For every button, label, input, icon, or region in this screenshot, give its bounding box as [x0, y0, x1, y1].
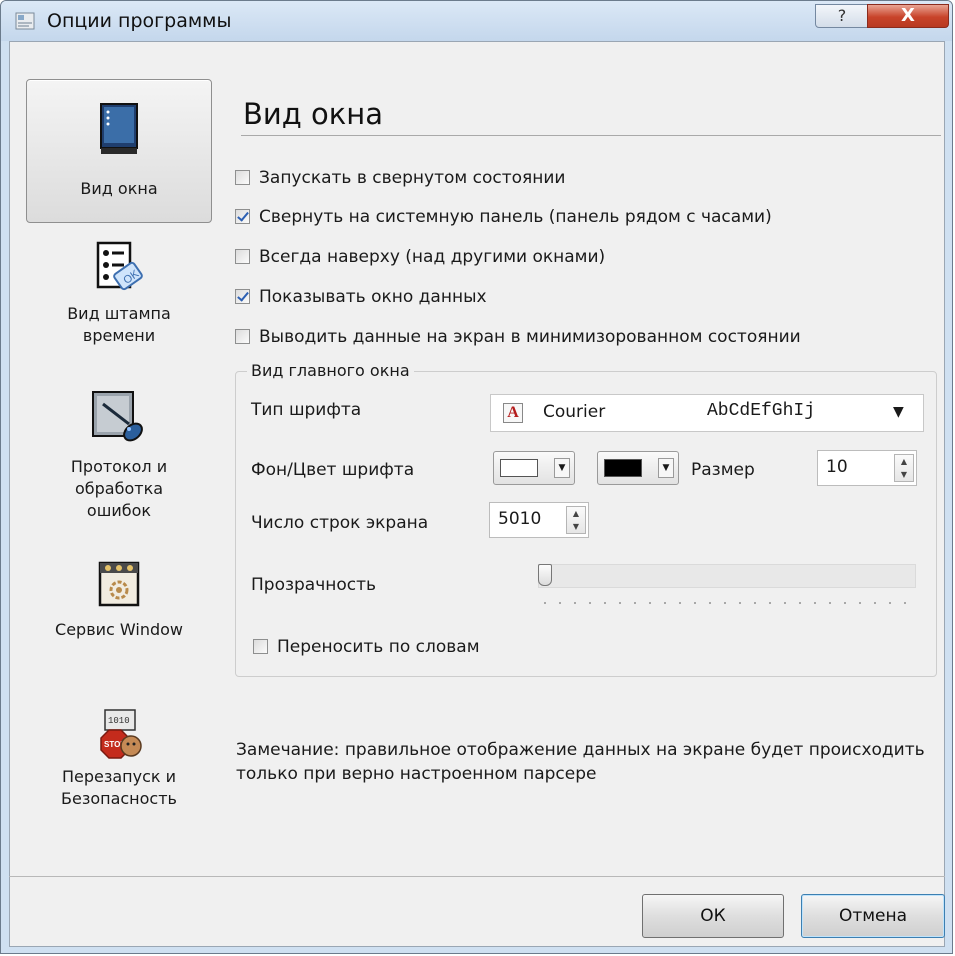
timestamp-stamp-icon: OK — [96, 241, 143, 291]
chevron-down-icon[interactable]: ▼ — [554, 458, 570, 478]
option-checkbox[interactable] — [253, 639, 268, 654]
parser-note: Замечание: правильное отображение данных… — [236, 740, 925, 784]
arrow-down-icon[interactable]: ▼ — [567, 520, 585, 533]
sidebar-item-window-view[interactable]: Вид окна — [26, 79, 212, 223]
font-color-swatch — [604, 459, 642, 477]
transparency-slider[interactable] — [538, 564, 916, 588]
page-title: Вид окна — [243, 97, 384, 131]
sidebar-item-protocol[interactable]: Протокол и обработка ошибок — [26, 388, 212, 522]
sidebar-item-restart-security[interactable]: 1010 STOP Перезапуск и Безопасность — [26, 708, 212, 810]
size-label: Размер — [691, 460, 755, 480]
transparency-label: Прозрачность — [251, 575, 377, 595]
background-color-swatch — [500, 459, 538, 477]
sidebar-label: Вид окна — [80, 179, 158, 198]
option-start-minimized[interactable]: Запускать в свернутом состоянии — [235, 167, 565, 189]
arrow-up-icon[interactable]: ▲ — [895, 455, 913, 468]
option-checkbox[interactable] — [235, 170, 250, 185]
font-name: Courier — [543, 402, 606, 422]
colors-label: Фон/Цвет шрифта — [251, 460, 415, 480]
sidebar-label: Вид штампа времени — [67, 304, 171, 345]
spin-buttons[interactable]: ▲ ▼ — [566, 506, 586, 534]
sidebar-label: Сервис Window — [55, 620, 183, 639]
close-button[interactable]: X — [867, 4, 949, 28]
svg-text:1010: 1010 — [108, 716, 130, 726]
font-type-icon: A — [503, 403, 523, 423]
sidebar-label: Перезапуск и Безопасность — [61, 767, 177, 808]
ok-button[interactable]: ОК — [642, 894, 784, 938]
option-label: Всегда наверху (над другими окнами) — [259, 247, 606, 267]
option-label: Запускать в свернутом состоянии — [259, 168, 566, 188]
slider-ticks — [544, 602, 910, 604]
window-view-icon — [100, 103, 138, 154]
sidebar-item-timestamp[interactable]: OK Вид штампа времени — [26, 239, 212, 347]
slider-thumb[interactable] — [538, 564, 552, 586]
cancel-button[interactable]: Отмена — [801, 894, 945, 938]
option-always-on-top[interactable]: Всегда наверху (над другими окнами) — [235, 246, 605, 268]
lines-stepper[interactable]: 5010 ▲ ▼ — [489, 502, 589, 538]
background-color-picker[interactable]: ▼ — [493, 451, 575, 485]
options-dialog: Опции программы ? X Вид окна OK Вид штам… — [0, 0, 953, 954]
option-checkbox[interactable] — [235, 329, 250, 344]
font-type-label: Тип шрифта — [251, 400, 362, 420]
option-label: Свернуть на системную панель (панель ряд… — [259, 207, 772, 227]
font-sample: AbCdEfGhIj — [707, 401, 816, 421]
option-output-when-minimized[interactable]: Выводить данные на экран в минимизорован… — [235, 326, 801, 348]
option-label: Переносить по словам — [277, 637, 480, 657]
chevron-down-icon[interactable]: ▼ — [658, 458, 674, 478]
font-color-picker[interactable]: ▼ — [597, 451, 679, 485]
option-checkbox[interactable] — [235, 249, 250, 264]
size-stepper[interactable]: 10 ▲ ▼ — [817, 450, 917, 486]
option-label: Показывать окно данных — [259, 287, 487, 307]
help-button[interactable]: ? — [815, 4, 869, 28]
app-icon — [15, 12, 35, 30]
option-word-wrap[interactable]: Переносить по словам — [253, 636, 480, 658]
sidebar-item-windows-service[interactable]: Сервис Window — [26, 559, 212, 641]
heading-divider — [241, 135, 941, 136]
lines-value[interactable]: 5010 — [498, 509, 541, 529]
font-select[interactable]: A Courier AbCdEfGhIj ▼ — [490, 394, 924, 432]
protocol-errors-icon — [92, 391, 143, 442]
option-show-data-window[interactable]: Показывать окно данных — [235, 286, 487, 308]
lines-label: Число строк экрана — [251, 513, 429, 533]
option-checkbox[interactable] — [235, 289, 250, 304]
option-label: Выводить данные на экран в минимизорован… — [259, 327, 801, 347]
arrow-up-icon[interactable]: ▲ — [567, 507, 585, 520]
sidebar-label: Протокол и обработка ошибок — [70, 457, 168, 520]
footer-divider — [9, 876, 945, 877]
size-value[interactable]: 10 — [826, 457, 848, 477]
chevron-down-icon[interactable]: ▼ — [893, 404, 904, 420]
arrow-down-icon[interactable]: ▼ — [895, 468, 913, 481]
group-legend: Вид главного окна — [247, 362, 414, 380]
windows-service-icon — [98, 561, 140, 607]
window-title: Опции программы — [47, 10, 232, 32]
restart-security-icon: 1010 STOP — [100, 709, 142, 759]
option-minimize-to-tray[interactable]: Свернуть на системную панель (панель ряд… — [235, 206, 772, 228]
title-bar[interactable]: Опции программы ? X — [1, 1, 952, 41]
spin-buttons[interactable]: ▲ ▼ — [894, 454, 914, 482]
option-checkbox[interactable] — [235, 209, 250, 224]
